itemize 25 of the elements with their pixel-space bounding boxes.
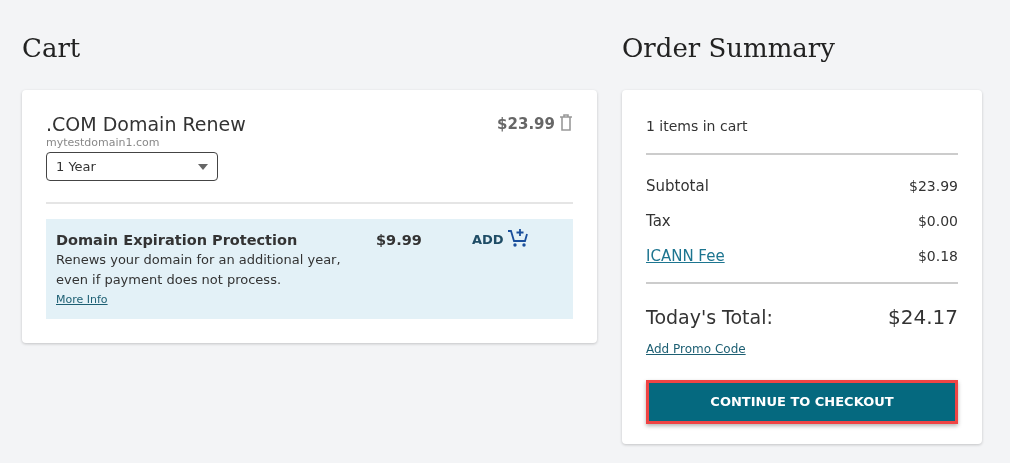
product-price: $23.99 <box>497 114 555 135</box>
domain-name: mytestdomain1.com <box>46 136 161 150</box>
summary-label: Tax <box>646 211 671 233</box>
total-label: Today's Total: <box>646 304 773 330</box>
summary-value: $0.00 <box>917 212 958 231</box>
addon-price: $9.99 <box>376 231 423 250</box>
total-value: $24.17 <box>888 304 958 331</box>
caret-icon <box>198 163 208 170</box>
addon-name: Domain Expiration Protection <box>56 231 299 249</box>
cart-heading: Cart <box>22 32 82 65</box>
term-dropdown[interactable]: 1 Year <box>46 152 218 181</box>
checkout-button[interactable]: CONTINUE TO CHECKOUT <box>646 380 958 424</box>
product-name: .COM Domain Renew <box>46 112 246 136</box>
trash-icon[interactable] <box>559 114 573 131</box>
add-button[interactable]: ADD <box>472 231 529 249</box>
item-count: 1 items in cart <box>646 117 749 136</box>
cart-add-icon <box>506 228 529 248</box>
order-summary-heading: Order Summary <box>622 32 836 65</box>
addon-description: Renews your domain for an additional year, even if payment does not process. <box>56 251 342 289</box>
summary-value: $0.18 <box>917 247 958 266</box>
fee-link[interactable]: ICANN Fee <box>646 245 725 268</box>
more-info-link[interactable]: More Info <box>56 292 108 309</box>
promo-code-link[interactable]: Add Promo Code <box>646 340 746 358</box>
summary-value: $23.99 <box>909 177 958 196</box>
summary-label: Subtotal <box>646 176 709 198</box>
